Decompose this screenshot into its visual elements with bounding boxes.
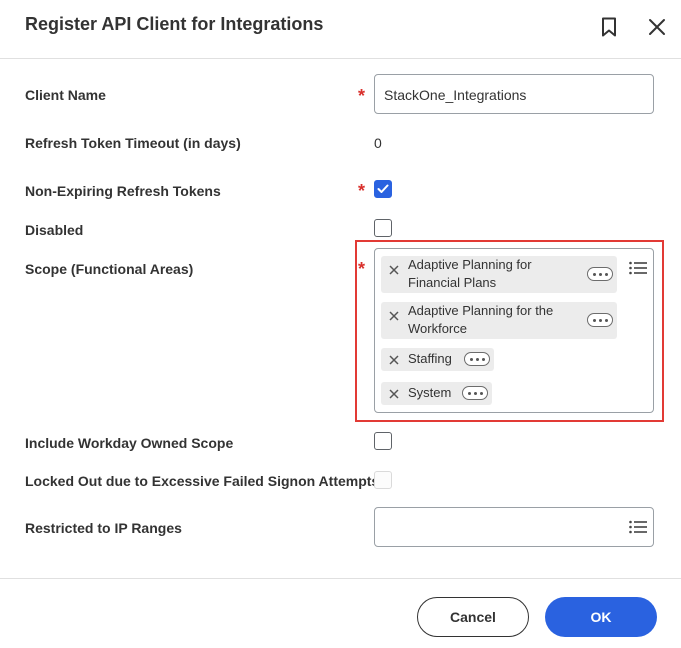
client-name-input[interactable]: StackOne_Integrations [374, 74, 654, 114]
list-icon[interactable] [629, 520, 647, 534]
include-workday-label: Include Workday Owned Scope [25, 435, 234, 451]
more-options-icon[interactable] [587, 313, 613, 327]
non-expiring-label: Non-Expiring Refresh Tokens [25, 183, 221, 199]
scope-label: Scope (Functional Areas) [25, 261, 194, 277]
remove-icon[interactable] [388, 264, 400, 276]
scope-pill-text: Adaptive Planning for the [408, 303, 554, 318]
more-options-icon[interactable] [587, 267, 613, 281]
client-name-label: Client Name [25, 87, 106, 103]
list-icon[interactable] [629, 261, 647, 275]
more-options-icon[interactable] [464, 352, 490, 366]
scope-pill: System [381, 382, 492, 405]
dialog-footer: Cancel OK [0, 578, 681, 648]
scope-pill-text: Workforce [408, 321, 467, 336]
non-expiring-checkbox[interactable] [374, 180, 392, 198]
ip-ranges-label: Restricted to IP Ranges [25, 520, 182, 536]
locked-out-checkbox [374, 471, 392, 489]
required-marker: * [358, 181, 366, 201]
dialog-title: Register API Client for Integrations [25, 14, 324, 34]
remove-icon[interactable] [388, 354, 400, 366]
checkmark-icon [377, 184, 389, 193]
refresh-timeout-label: Refresh Token Timeout (in days) [25, 135, 241, 151]
disabled-label: Disabled [25, 222, 84, 238]
cancel-button[interactable]: Cancel [417, 597, 529, 637]
locked-out-label: Locked Out due to Excessive Failed Signo… [25, 473, 380, 489]
scope-pill: Adaptive Planning for Financial Plans [381, 256, 617, 293]
scope-pill: Adaptive Planning for the Workforce [381, 302, 617, 339]
remove-icon[interactable] [388, 310, 400, 322]
scope-pill-text: System [408, 385, 452, 400]
include-workday-checkbox[interactable] [374, 432, 392, 450]
ok-button[interactable]: OK [545, 597, 657, 637]
scope-pill-text: Financial Plans [408, 275, 497, 290]
refresh-timeout-value: 0 [374, 135, 382, 151]
scope-pill: Staffing [381, 348, 494, 371]
scope-pill-text: Adaptive Planning for [408, 257, 532, 272]
scope-multiselect[interactable]: Adaptive Planning for Financial Plans Ad… [374, 248, 654, 413]
remove-icon[interactable] [388, 388, 400, 400]
ip-ranges-input[interactable] [374, 507, 654, 547]
more-options-icon[interactable] [462, 386, 488, 400]
dialog-header: Register API Client for Integrations [0, 0, 681, 59]
disabled-checkbox[interactable] [374, 219, 392, 237]
bookmark-icon[interactable] [599, 16, 619, 38]
close-icon[interactable] [647, 16, 667, 38]
required-marker: * [358, 86, 366, 106]
scope-pill-text: Staffing [408, 351, 452, 366]
client-name-value: StackOne_Integrations [384, 87, 527, 103]
